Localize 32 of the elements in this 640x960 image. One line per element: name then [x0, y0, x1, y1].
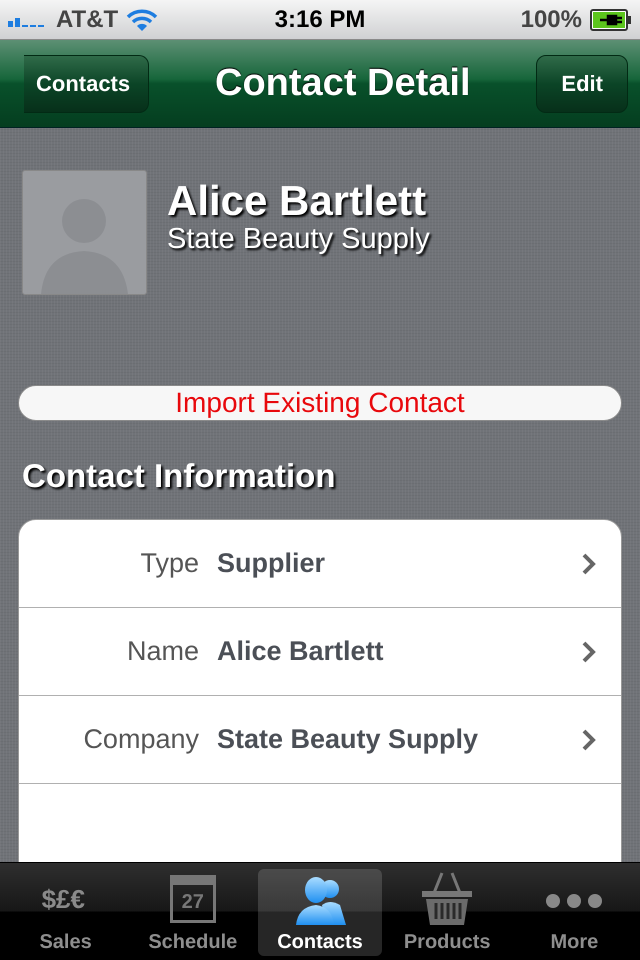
nav-title: Contact Detail: [215, 62, 471, 105]
tab-item[interactable]: $£€ Sales: [4, 869, 128, 956]
chevron-icon: [581, 728, 597, 752]
info-row[interactable]: Company State Beauty Supply: [19, 696, 621, 784]
more-icon: [545, 893, 604, 909]
wifi-icon: [126, 8, 158, 32]
tab-item[interactable]: Products: [386, 869, 509, 956]
chevron-icon: [581, 552, 597, 576]
chevron-icon: [581, 640, 597, 664]
calendar-icon: 27: [170, 875, 216, 923]
edit-button[interactable]: Edit: [536, 54, 628, 112]
section-title: Contact Information: [21, 457, 336, 495]
currency-icon: $£€: [42, 871, 90, 927]
import-contact-button[interactable]: Import Existing Contact: [18, 385, 622, 421]
field-value: Supplier: [217, 548, 326, 579]
info-row[interactable]: Name Alice Bartlett: [19, 608, 621, 696]
tab-item[interactable]: More: [512, 869, 636, 956]
info-row[interactable]: Type Supplier: [19, 520, 621, 608]
battery-percent: 100%: [520, 6, 582, 34]
contact-company: State Beauty Supply: [167, 224, 430, 254]
field-label: Type: [139, 548, 199, 579]
field-value: Alice Bartlett: [217, 636, 385, 667]
field-value: State Beauty Supply: [217, 724, 480, 755]
field-label: Company: [82, 724, 199, 755]
field-label: Name: [126, 636, 199, 667]
contact-name: Alice Bartlett: [167, 178, 428, 224]
status-time: 3:16 PM: [274, 6, 366, 34]
basket-icon: [420, 871, 474, 927]
carrier-name: AT&T: [56, 6, 118, 34]
tab-item[interactable]: 27 Schedule: [131, 869, 254, 956]
tab-item[interactable]: Contacts: [258, 869, 382, 956]
battery-icon: [590, 8, 632, 30]
